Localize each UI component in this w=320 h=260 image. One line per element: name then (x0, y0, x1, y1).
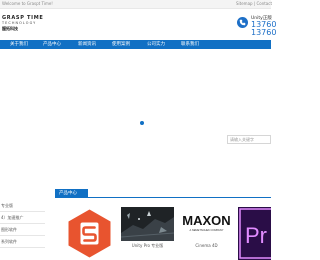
main-nav: 关于我们 产品中心 新闻资讯 使用案例 公司实力 联系我们 (0, 40, 271, 49)
slider-dot-active[interactable] (140, 121, 144, 125)
hero-banner (0, 49, 271, 132)
products-section-tab[interactable]: 产品中心 (55, 189, 88, 198)
sidebar-item[interactable]: 系列软件 (0, 236, 45, 248)
welcome-text: Welcome to Graspt Time! (2, 1, 53, 6)
phone-icon (237, 17, 248, 28)
sidebar-item[interactable]: 图形软件 (0, 224, 45, 236)
products-section-header: 产品中心 (55, 189, 271, 198)
sidebar-item-label: 图形软件 (1, 227, 17, 232)
phone-contact: Unity正版 13760 13760 (236, 15, 276, 37)
search-input[interactable]: 请输入关键字 (227, 135, 271, 144)
phone-number-2: 13760 (251, 28, 277, 37)
substance-logo-icon (63, 207, 116, 258)
product-card-unity[interactable]: Unity Pro 专业版 (120, 207, 175, 260)
nav-item-about[interactable]: 关于我们 (10, 41, 28, 47)
nav-item-strength[interactable]: 公司实力 (147, 41, 165, 47)
maxon-tagline: A NEMETSCHEK COMPANY (190, 228, 224, 232)
product-card-maxon[interactable]: MAXON A NEMETSCHEK COMPANY Cinema 4D (180, 207, 233, 260)
product-caption: Unity Pro 专业版 (131, 243, 164, 248)
sidebar-item-label: 4）加速推广 (1, 215, 24, 220)
maxon-logo-icon: MAXON A NEMETSCHEK COMPANY (180, 207, 233, 241)
premiere-logo-text: Pr (245, 223, 267, 248)
logo-line-2: TECHNOLOGY (2, 21, 37, 25)
logo-line-3: 握拓科技 (2, 26, 18, 31)
product-card-substance[interactable] (63, 207, 116, 260)
sidebar-item[interactable]: 专业版 (0, 200, 45, 212)
product-card-premiere[interactable]: Pr (238, 207, 278, 260)
sidebar-item[interactable]: 4）加速推广 (0, 212, 45, 224)
product-caption: Cinema 4D (195, 243, 218, 248)
nav-item-cases[interactable]: 使用案例 (112, 41, 130, 47)
nav-item-contact[interactable]: 联系我们 (181, 41, 199, 47)
nav-item-news[interactable]: 新闻资讯 (78, 41, 96, 47)
premiere-logo-icon: Pr (238, 207, 278, 260)
site-logo[interactable]: GRASP TIME TECHNOLOGY 握拓科技 (0, 12, 70, 34)
search-placeholder: 请输入关键字 (230, 137, 254, 142)
maxon-logo-text: MAXON (182, 213, 230, 228)
products-section-title: 产品中心 (59, 191, 77, 196)
sidebar-item-label: 专业版 (1, 203, 13, 208)
sidebar-item-label: 系列软件 (1, 239, 17, 244)
category-sidebar: 专业版 4）加速推广 图形软件 系列软件 (0, 200, 45, 260)
top-utility-bar: Welcome to Graspt Time! Sitemap | Contac… (0, 0, 272, 9)
top-links[interactable]: Sitemap | Contact (236, 1, 272, 6)
unity-product-image (120, 207, 175, 241)
nav-item-products[interactable]: 产品中心 (43, 41, 61, 47)
